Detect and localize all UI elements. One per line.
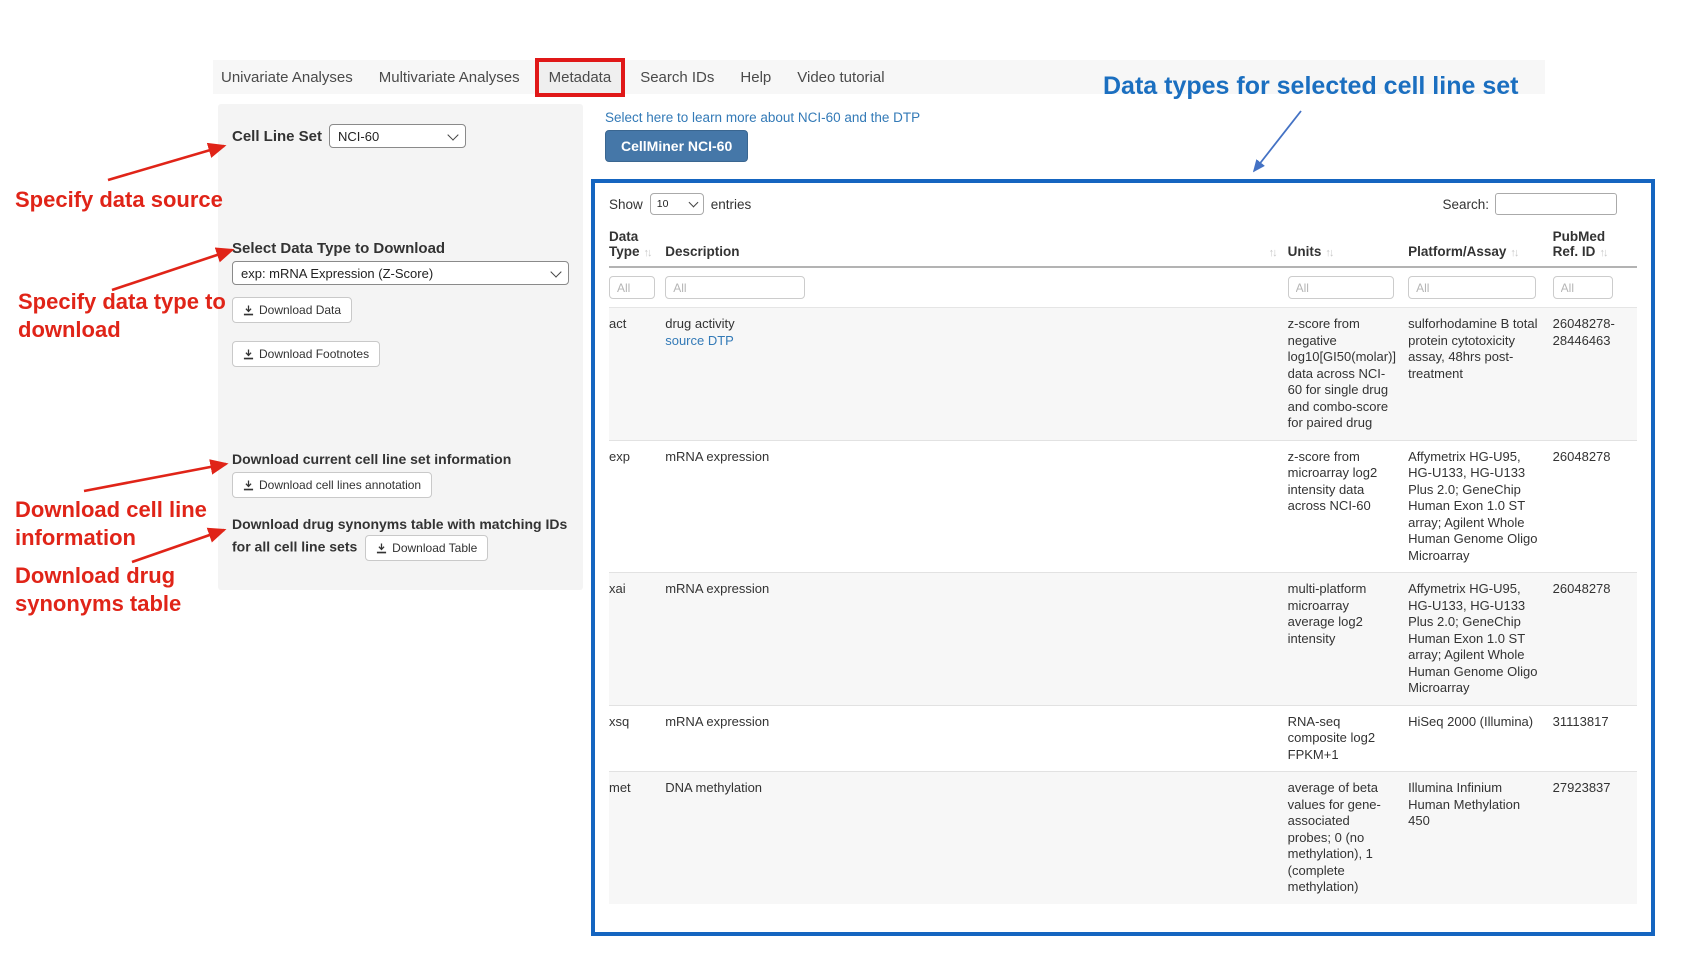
nav-item-search-ids[interactable]: Search IDs	[627, 69, 727, 86]
cell-description: DNA methylation	[665, 772, 1287, 904]
nav-item-univariate-analyses[interactable]: Univariate Analyses	[213, 69, 366, 86]
download-cell-lines-annotation-button[interactable]: Download cell lines annotation	[232, 472, 432, 498]
red-arrow	[112, 250, 232, 290]
blue-arrow	[1254, 111, 1301, 171]
data-types-table-panel: Show 10 entries Search: Data Type↑↓ ↑↓De…	[591, 179, 1655, 936]
download-table-button[interactable]: Download Table	[365, 535, 488, 561]
chevron-down-icon	[550, 266, 561, 277]
cell-description: mRNA expression	[665, 705, 1287, 772]
annotation-data-types-title: Data types for selected cell line set	[1103, 72, 1518, 101]
cell-platform: sulforhodamine B total protein cytotoxic…	[1408, 308, 1553, 441]
cell-description: mRNA expression	[665, 573, 1287, 706]
filter-input-units[interactable]	[1288, 276, 1394, 299]
cellminer-nci60-button[interactable]: CellMiner NCI-60	[605, 130, 748, 162]
table-row: actdrug activitysource DTPz-score from n…	[609, 308, 1637, 441]
cell-pubmed: 26048278	[1553, 573, 1637, 706]
red-arrow	[84, 464, 226, 491]
download-footnotes-button[interactable]: Download Footnotes	[232, 341, 380, 367]
cell-platform: Affymetrix HG-U95, HG-U133, HG-U133 Plus…	[1408, 573, 1553, 706]
cell-description: drug activitysource DTP	[665, 308, 1287, 441]
table-row: metDNA methylation average of beta values…	[609, 772, 1637, 904]
cell-data-type: xsq	[609, 705, 665, 772]
red-arrow	[108, 146, 224, 180]
description-text: mRNA expression	[665, 714, 1275, 731]
cell-platform: HiSeq 2000 (Illumina)	[1408, 705, 1553, 772]
table-row: xsqmRNA expression RNA-seq composite log2…	[609, 705, 1637, 772]
annotation-specify-data-source: Specify data source	[15, 186, 223, 214]
nav-item-metadata[interactable]: Metadata	[535, 58, 626, 97]
download-icon	[243, 305, 254, 316]
nav-item-video-tutorial[interactable]: Video tutorial	[784, 69, 897, 86]
cell-pubmed: 26048278-28446463	[1553, 308, 1637, 441]
annotation-specify-data-type: Specify data type to download	[18, 288, 226, 344]
description-text: mRNA expression	[665, 449, 1275, 466]
show-entries-label: Show	[609, 197, 643, 212]
search-label: Search:	[1442, 197, 1489, 212]
description-text: DNA methylation	[665, 780, 1275, 797]
entries-label: entries	[711, 197, 752, 212]
nav-item-multivariate-analyses[interactable]: Multivariate Analyses	[366, 69, 533, 86]
cell-line-set-label: Cell Line Set	[232, 128, 322, 145]
table-row: xaimRNA expression multi-platform microar…	[609, 573, 1637, 706]
column-header-pubmed[interactable]: PubMed Ref. ID↑↓	[1553, 225, 1637, 267]
cell-data-type: act	[609, 308, 665, 441]
filter-input-description[interactable]	[665, 276, 805, 299]
nav-item-help[interactable]: Help	[727, 69, 784, 86]
drug-synonyms-heading: Download drug synonyms table with matchi…	[232, 514, 584, 561]
cell-data-type: met	[609, 772, 665, 904]
table-body: actdrug activitysource DTPz-score from n…	[609, 308, 1637, 904]
description-text: drug activity	[665, 316, 1275, 333]
cell-data-type: xai	[609, 573, 665, 706]
filter-input-platform[interactable]	[1408, 276, 1536, 299]
cell-data-type: exp	[609, 440, 665, 573]
description-text: mRNA expression	[665, 581, 1275, 598]
sort-icon[interactable]: ↑↓	[1265, 247, 1276, 259]
sort-icon[interactable]: ↑↓	[1506, 247, 1517, 259]
filter-input-data-type[interactable]	[609, 276, 655, 299]
sort-icon[interactable]: ↑↓	[1595, 247, 1606, 259]
column-header-description[interactable]: ↑↓Description	[665, 225, 1287, 267]
cell-pubmed: 27923837	[1553, 772, 1637, 904]
download-data-button[interactable]: Download Data	[232, 297, 352, 323]
cell-line-info-heading: Download current cell line set informati…	[232, 451, 511, 467]
cell-line-set-select[interactable]: NCI-60	[329, 124, 466, 148]
filter-input-pubmed[interactable]	[1553, 276, 1613, 299]
download-icon	[243, 349, 254, 360]
cell-units: z-score from negative log10[GI50(molar)]…	[1288, 308, 1408, 441]
annotation-download-drug-synonyms: Download drug synonyms table	[15, 562, 181, 618]
annotation-download-cell-line-info: Download cell line information	[15, 496, 207, 552]
download-icon	[243, 480, 254, 491]
source-dtp-link[interactable]: source DTP	[665, 333, 1275, 350]
cell-pubmed: 26048278	[1553, 440, 1637, 573]
learn-more-link[interactable]: Select here to learn more about NCI-60 a…	[605, 110, 920, 125]
cell-platform: Illumina Infinium Human Methylation 450	[1408, 772, 1553, 904]
cell-pubmed: 31113817	[1553, 705, 1637, 772]
cell-platform: Affymetrix HG-U95, HG-U133, HG-U133 Plus…	[1408, 440, 1553, 573]
page-length-select[interactable]: 10	[650, 193, 704, 215]
sort-icon[interactable]: ↑↓	[1321, 247, 1332, 259]
cell-units: RNA-seq composite log2 FPKM+1	[1288, 705, 1408, 772]
chevron-down-icon	[447, 129, 458, 140]
column-header-data-type[interactable]: Data Type↑↓	[609, 225, 665, 267]
cell-units: average of beta values for gene-associat…	[1288, 772, 1408, 904]
chevron-down-icon	[688, 198, 698, 208]
cell-units: multi-platform microarray average log2 i…	[1288, 573, 1408, 706]
cell-units: z-score from microarray log2 intensity d…	[1288, 440, 1408, 573]
column-header-units[interactable]: Units↑↓	[1288, 225, 1408, 267]
download-control-panel: Cell Line Set NCI-60 Select Data Type to…	[218, 104, 583, 590]
data-type-select[interactable]: exp: mRNA Expression (Z-Score)	[232, 261, 569, 285]
search-input[interactable]	[1495, 193, 1617, 215]
download-icon	[376, 543, 387, 554]
column-header-platform[interactable]: Platform/Assay↑↓	[1408, 225, 1553, 267]
data-type-label: Select Data Type to Download	[232, 240, 445, 257]
cell-description: mRNA expression	[665, 440, 1287, 573]
table-row: expmRNA expression z-score from microarra…	[609, 440, 1637, 573]
data-table: Data Type↑↓ ↑↓Description Units↑↓ Platfo…	[609, 225, 1637, 904]
sort-icon[interactable]: ↑↓	[640, 247, 651, 259]
